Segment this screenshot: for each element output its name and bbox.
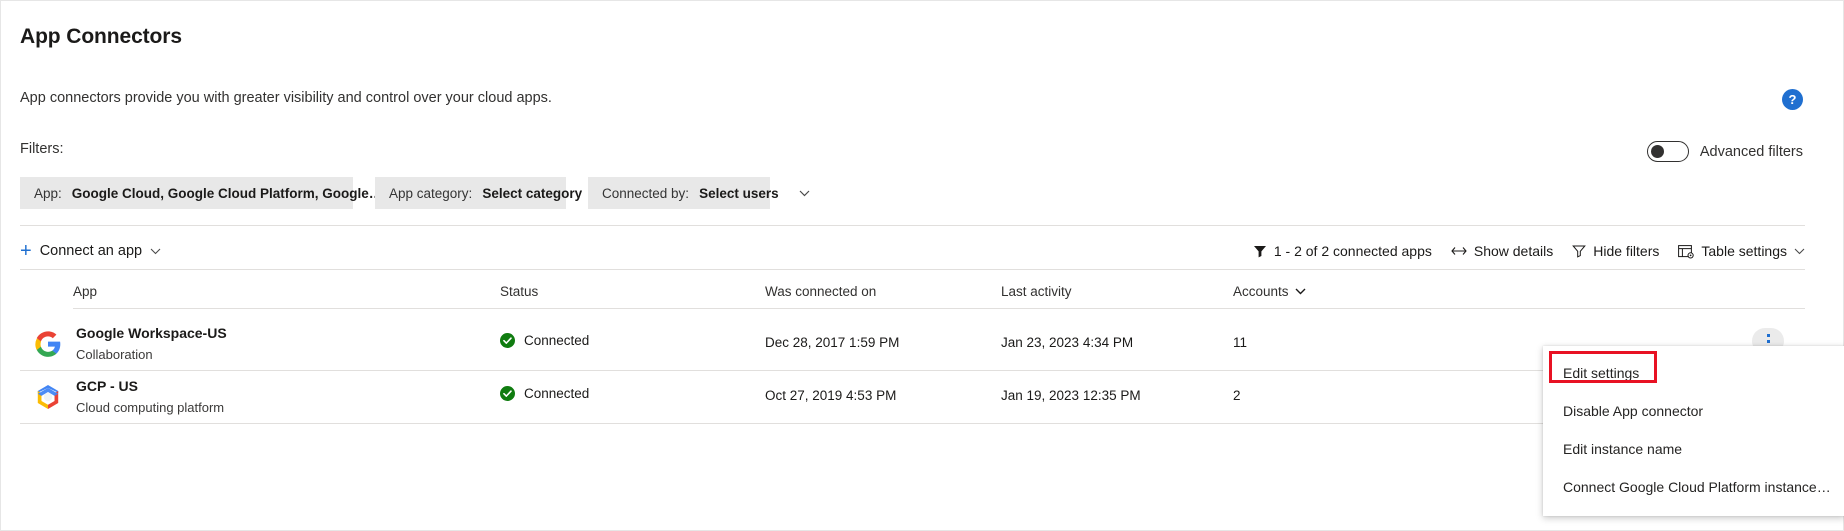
last-activity-value: Jan 19, 2023 12:35 PM — [1001, 388, 1141, 403]
column-header-last-activity[interactable]: Last activity — [1001, 284, 1072, 299]
status-badge: Connected — [500, 333, 589, 348]
table-settings-button[interactable]: Table settings — [1678, 243, 1805, 259]
toolbar-right-group: 1 - 2 of 2 connected apps Show details H… — [1253, 243, 1805, 259]
table-settings-label: Table settings — [1701, 243, 1787, 259]
accounts-value: 11 — [1233, 335, 1248, 350]
context-menu-item-disable-connector[interactable]: Disable App connector — [1543, 392, 1844, 430]
status-badge: Connected — [500, 386, 589, 401]
filter-chip-category-label: App category: — [389, 185, 473, 201]
column-header-status[interactable]: Status — [500, 284, 538, 299]
status-label: Connected — [524, 386, 590, 401]
page-title: App Connectors — [20, 25, 182, 48]
filter-chip-connected-by-value: Select users — [699, 185, 779, 201]
page-subtitle: App connectors provide you with greater … — [20, 90, 552, 106]
was-connected-on-value: Dec 28, 2017 1:59 PM — [765, 335, 900, 350]
filter-chip-connected-by[interactable]: Connected by: Select users — [588, 177, 810, 209]
column-header-accounts[interactable]: Accounts — [1233, 284, 1306, 299]
status-label: Connected — [524, 333, 590, 348]
context-menu-item-edit-settings[interactable]: Edit settings — [1543, 354, 1844, 392]
connected-apps-count-label: 1 - 2 of 2 connected apps — [1273, 243, 1432, 259]
chevron-down-icon — [789, 190, 810, 197]
connect-an-app-button[interactable]: + Connect an app — [20, 241, 161, 261]
help-icon[interactable]: ? — [1782, 89, 1803, 110]
table-settings-icon — [1678, 244, 1695, 259]
app-connectors-page: App Connectors App connectors provide yo… — [0, 0, 1844, 531]
row-context-menu: Edit settings Disable App connector Edit… — [1543, 346, 1844, 516]
app-name: GCP - US — [76, 378, 138, 394]
filter-chip-category-value: Select category — [482, 185, 583, 201]
divider — [20, 269, 1805, 270]
app-name: Google Workspace-US — [76, 325, 227, 341]
table-toolbar: + Connect an app 1 - 2 of 2 connected ap… — [20, 237, 1805, 265]
plus-icon: + — [20, 240, 32, 262]
google-cloud-icon — [34, 383, 62, 411]
context-menu-item-edit-instance-name[interactable]: Edit instance name — [1543, 430, 1844, 468]
advanced-filters-toggle[interactable] — [1646, 141, 1689, 162]
filter-chip-app-label: App: — [34, 185, 62, 201]
connect-an-app-label: Connect an app — [39, 243, 143, 259]
column-header-app[interactable]: App — [73, 284, 97, 299]
filter-solid-icon — [1253, 244, 1267, 258]
app-category: Cloud computing platform — [76, 400, 225, 415]
expand-arrows-icon — [1451, 245, 1467, 257]
connected-apps-count: 1 - 2 of 2 connected apps — [1253, 243, 1432, 259]
column-header-was-connected[interactable]: Was connected on — [765, 284, 876, 299]
show-details-label: Show details — [1473, 243, 1554, 259]
last-activity-value: Jan 23, 2023 4:34 PM — [1001, 335, 1134, 350]
context-menu-item-connect-gcp-instance[interactable]: Connect Google Cloud Platform instance… — [1543, 468, 1844, 506]
filter-chip-connected-by-label: Connected by: — [602, 185, 690, 201]
google-g-icon — [34, 330, 62, 358]
filters-label: Filters: — [20, 141, 64, 157]
accounts-value: 2 — [1233, 388, 1241, 403]
app-category: Collaboration — [76, 347, 153, 362]
column-header-accounts-label: Accounts — [1233, 284, 1289, 299]
hide-filters-label: Hide filters — [1593, 243, 1660, 259]
chevron-down-icon — [1295, 288, 1306, 295]
filter-chip-app-value: Google Cloud, Google Cloud Platform, Goo… — [71, 185, 383, 201]
hide-filters-button[interactable]: Hide filters — [1572, 243, 1659, 259]
divider — [73, 308, 1805, 309]
show-details-button[interactable]: Show details — [1451, 243, 1553, 259]
app-name-cell: GCP - US Cloud computing platform — [76, 378, 224, 415]
chevron-down-icon — [1794, 248, 1805, 255]
toggle-knob — [1650, 145, 1664, 158]
table-row[interactable]: GCP - US Cloud computing platform Connec… — [20, 370, 1805, 423]
was-connected-on-value: Oct 27, 2019 4:53 PM — [765, 388, 897, 403]
filter-chip-category[interactable]: App category: Select category — [375, 177, 613, 209]
advanced-filters-control[interactable]: Advanced filters — [1646, 141, 1803, 162]
divider — [20, 225, 1805, 226]
advanced-filters-label: Advanced filters — [1699, 143, 1803, 160]
check-circle-icon — [500, 386, 515, 401]
filter-outline-icon — [1572, 244, 1587, 258]
filter-chip-app[interactable]: App: Google Cloud, Google Cloud Platform… — [20, 177, 413, 209]
divider — [20, 423, 1805, 424]
filter-chip-row: App: Google Cloud, Google Cloud Platform… — [20, 177, 810, 209]
check-circle-icon — [500, 333, 515, 348]
app-name-cell: Google Workspace-US Collaboration — [76, 325, 227, 362]
chevron-down-icon — [150, 248, 161, 255]
table-header-row: App Status Was connected on Last activit… — [73, 284, 1805, 304]
table-row[interactable]: Google Workspace-US Collaboration Connec… — [20, 317, 1805, 370]
